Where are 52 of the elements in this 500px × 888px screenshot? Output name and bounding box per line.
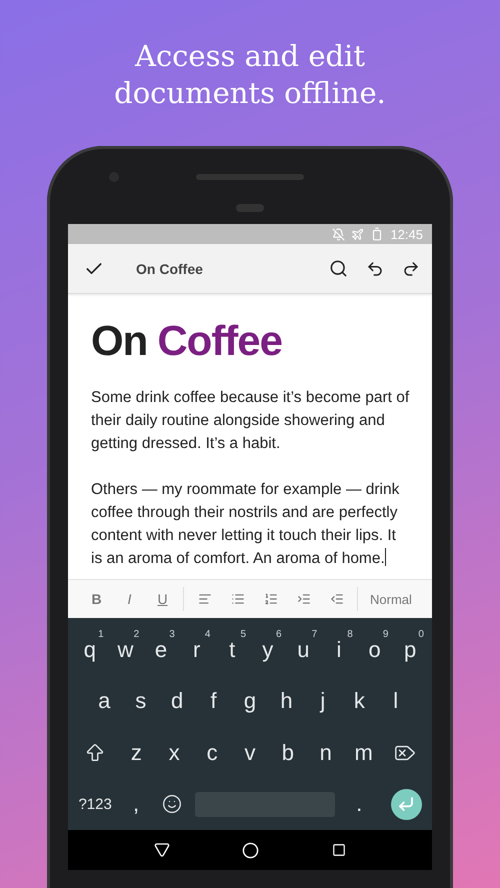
keyboard-key[interactable]: v xyxy=(231,732,269,774)
keyboard-key[interactable]: b xyxy=(268,732,307,774)
keyboard-key[interactable]: x xyxy=(155,732,194,774)
keyboard-key[interactable]: q 1 xyxy=(72,628,108,671)
italic-button[interactable]: I xyxy=(113,591,146,607)
document-title-word: On xyxy=(91,316,148,366)
airplane-icon xyxy=(351,228,364,240)
keyboard-key[interactable]: j xyxy=(304,680,342,722)
keyboard-key[interactable]: w 2 xyxy=(108,628,144,671)
headline: Access and edit documents offline. xyxy=(113,38,387,112)
keyboard-key[interactable]: i 8 xyxy=(321,628,357,671)
keyboard-key[interactable]: r 4 xyxy=(178,628,214,671)
redo-icon[interactable] xyxy=(402,260,420,278)
style-dropdown[interactable]: Normal xyxy=(362,592,412,606)
keyboard-key[interactable]: m xyxy=(344,732,383,774)
keyboard-key[interactable]: o 9 xyxy=(356,628,392,671)
keyboard-key[interactable]: e 3 xyxy=(143,628,179,671)
enter-icon xyxy=(397,795,416,814)
home-icon[interactable] xyxy=(242,842,260,858)
keyboard-key[interactable]: d xyxy=(158,680,196,722)
document-paragraph: Others — my roommate for example — drink coffee through their nostrils and are perfectly content with never letting it touch their lips. It is an aroma of comfort. An aroma of home. xyxy=(91,480,400,569)
keyboard-key[interactable]: c xyxy=(193,732,232,774)
keyboard-key[interactable]: z xyxy=(117,732,156,774)
back-icon[interactable] xyxy=(154,842,170,858)
document-title-word: Coffee xyxy=(157,316,282,366)
document-name: On Coffee xyxy=(136,260,204,276)
keyboard-key[interactable]: h xyxy=(268,680,305,722)
keyboard-key[interactable]: a xyxy=(86,680,122,722)
keyboard-key[interactable]: g xyxy=(232,680,268,722)
keyboard-key[interactable]: p 0 xyxy=(392,628,428,671)
enter-key[interactable] xyxy=(390,788,422,820)
keyboard-key[interactable]: , xyxy=(118,783,154,826)
status-time: 12:45 xyxy=(390,226,423,242)
keyboard-key[interactable]: k xyxy=(341,680,378,722)
keyboard-key[interactable]: s xyxy=(122,680,159,722)
muted-icon xyxy=(332,228,346,240)
keyboard-key[interactable]: t 5 xyxy=(214,628,250,671)
keyboard-key[interactable]: f xyxy=(195,680,232,722)
keyboard-key[interactable]: l xyxy=(378,680,414,722)
bold-button[interactable]: B xyxy=(80,591,113,607)
undo-icon[interactable] xyxy=(366,260,384,278)
symbols-key[interactable]: ?123 xyxy=(72,783,118,826)
keyboard-key[interactable]: n xyxy=(306,732,345,774)
underline-button[interactable]: U xyxy=(146,591,179,607)
keyboard-key[interactable]: u 7 xyxy=(286,628,322,671)
smiley-icon xyxy=(162,794,182,814)
search-icon[interactable] xyxy=(329,259,348,278)
keyboard-key[interactable]: y 6 xyxy=(250,628,286,671)
document-paragraph: Some drink coffee because it’s become part of their daily routine alongside showering and getting dressed. It’s a habit. xyxy=(91,388,410,454)
recents-icon[interactable] xyxy=(332,843,346,857)
text-cursor xyxy=(384,548,386,566)
keyboard-key[interactable]: . xyxy=(341,783,377,826)
